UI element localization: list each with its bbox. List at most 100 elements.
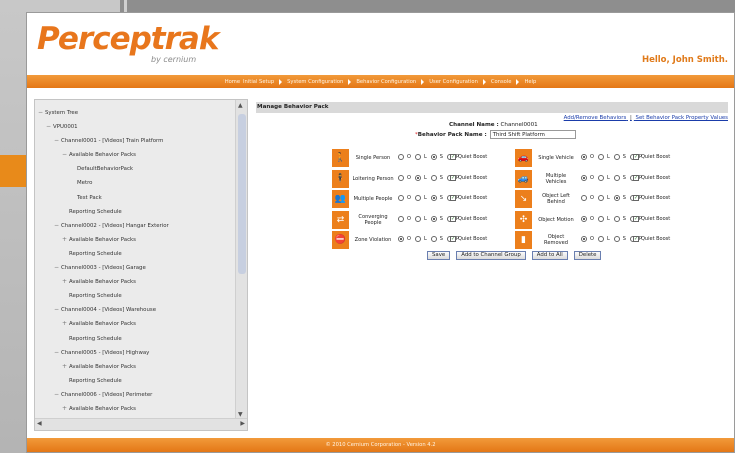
save-button[interactable]: Save [427, 251, 451, 260]
delete-button[interactable]: Delete [573, 251, 602, 260]
radio-l[interactable] [414, 154, 421, 160]
tree-item[interactable]: Reporting Schedule [35, 289, 236, 303]
tree-item[interactable]: + Available Behavior Packs [35, 360, 236, 374]
quiet-boost-checkbox[interactable]: ✓ [450, 236, 456, 243]
tree-item[interactable]: − System Tree [35, 106, 236, 120]
set-property-values-link[interactable]: Set Behavior Pack Property Values [636, 115, 728, 121]
panel-title: Manage Behavior Pack [256, 102, 728, 113]
expand-icon[interactable]: + [62, 317, 69, 331]
nav-item-help[interactable]: Help [524, 79, 536, 85]
collapse-icon[interactable]: − [62, 148, 69, 162]
tree-item[interactable]: + Available Behavior Packs [35, 317, 236, 331]
scroll-down-icon[interactable]: ▼ [238, 411, 243, 418]
collapse-icon[interactable]: − [54, 219, 61, 233]
tree-item[interactable]: + Available Behavior Packs [35, 275, 236, 289]
tree-item[interactable]: − Channel0006 - [Videos] Perimeter [35, 388, 236, 402]
radio-label: L [606, 154, 610, 160]
radio-o[interactable] [398, 195, 404, 202]
quiet-boost-checkbox[interactable]: ✓ [633, 236, 639, 243]
radio-s[interactable] [613, 215, 620, 222]
collapse-icon[interactable]: − [54, 346, 61, 360]
quiet-boost-checkbox[interactable]: ✓ [450, 154, 456, 160]
pack-name-input[interactable]: Third Shift Platform [489, 130, 576, 139]
radio-o[interactable] [581, 154, 587, 160]
vertical-scrollbar[interactable]: ▲ ▼ [235, 100, 247, 420]
nav-item-initial-setup[interactable]: Initial Setup [243, 79, 274, 85]
tree-item[interactable]: − Channel0001 - [Videos] Train Platform [35, 134, 236, 148]
expand-icon[interactable]: + [62, 275, 69, 289]
nav-item-console[interactable]: Console [491, 79, 512, 85]
radio-s[interactable] [613, 174, 620, 181]
collapse-icon[interactable]: − [54, 303, 61, 317]
scroll-up-icon[interactable]: ▲ [238, 102, 243, 109]
radio-s[interactable] [430, 174, 437, 181]
radio-l[interactable] [414, 195, 421, 202]
quiet-boost-checkbox[interactable]: ✓ [633, 215, 639, 222]
tree-item[interactable]: + Available Behavior Packs [35, 233, 236, 247]
nav-item-user-configuration[interactable]: User Configuration [429, 79, 478, 85]
add-to-all-button[interactable]: Add to All [531, 251, 568, 260]
radio-o[interactable] [581, 174, 587, 181]
add-to-channel-group-button[interactable]: Add to Channel Group [456, 251, 526, 260]
tree-item[interactable]: Reporting Schedule [35, 247, 236, 261]
radio-s[interactable] [613, 236, 620, 243]
tree-item[interactable]: Reporting Schedule [35, 332, 236, 346]
collapse-icon[interactable]: − [46, 120, 53, 134]
tree-item[interactable]: Reporting Schedule [35, 205, 236, 219]
tree-item[interactable]: Test Pack [35, 191, 236, 205]
collapse-icon[interactable]: − [54, 261, 61, 275]
expand-icon[interactable]: + [62, 233, 69, 247]
radio-l[interactable] [414, 236, 421, 243]
quiet-boost-checkbox[interactable]: ✓ [450, 195, 456, 202]
quiet-boost-checkbox[interactable]: ✓ [450, 215, 456, 222]
radio-l[interactable] [597, 215, 604, 222]
radio-l[interactable] [597, 195, 604, 202]
radio-s[interactable] [430, 195, 437, 202]
collapse-icon[interactable]: − [54, 134, 61, 148]
radio-l[interactable] [414, 215, 421, 222]
collapse-icon[interactable]: − [54, 388, 61, 402]
radio-s[interactable] [430, 215, 437, 222]
scroll-left-icon[interactable]: ◀ [37, 420, 42, 427]
radio-l[interactable] [597, 174, 604, 181]
zone-violation-icon: ⛔ [332, 231, 349, 250]
radio-o[interactable] [581, 215, 587, 222]
horizontal-scrollbar[interactable]: ◀ ▶ [35, 418, 247, 430]
scroll-thumb[interactable] [238, 114, 246, 274]
nav-item-home[interactable]: Home [225, 79, 240, 85]
radio-o[interactable] [581, 236, 587, 243]
expand-icon[interactable]: + [62, 402, 69, 416]
tree-item[interactable]: Metro [35, 176, 236, 190]
radio-o[interactable] [398, 174, 404, 181]
radio-l[interactable] [597, 154, 604, 160]
collapse-icon[interactable]: − [38, 106, 45, 120]
radio-s[interactable] [430, 154, 437, 160]
tree-item[interactable]: − Channel0003 - [Videos] Garage [35, 261, 236, 275]
radio-o[interactable] [398, 154, 404, 160]
radio-s[interactable] [613, 154, 620, 160]
tree-item[interactable]: + Available Behavior Packs [35, 402, 236, 416]
tree-item[interactable]: − Available Behavior Packs [35, 148, 236, 162]
radio-l[interactable] [597, 236, 604, 243]
radio-o[interactable] [581, 195, 587, 202]
tree-item[interactable]: − Channel0005 - [Videos] Highway [35, 346, 236, 360]
tree-item[interactable]: Reporting Schedule [35, 374, 236, 388]
quiet-boost-checkbox[interactable]: ✓ [633, 174, 639, 181]
quiet-boost-checkbox[interactable]: ✓ [633, 154, 639, 160]
radio-l[interactable] [414, 174, 421, 181]
radio-o[interactable] [398, 236, 404, 243]
radio-s[interactable] [430, 236, 437, 243]
tree-item[interactable]: DefaultBehaviorPack [35, 162, 236, 176]
radio-o[interactable] [398, 215, 404, 222]
tree-item[interactable]: − Channel0002 - [Videos] Hangar Exterior [35, 219, 236, 233]
nav-item-behavior-configuration[interactable]: Behavior Configuration [356, 79, 416, 85]
tree-item[interactable]: − VPU0001 [35, 120, 236, 134]
scroll-right-icon[interactable]: ▶ [240, 420, 245, 427]
tree-item[interactable]: − Channel0004 - [Videos] Warehouse [35, 303, 236, 317]
quiet-boost-checkbox[interactable]: ✓ [633, 195, 639, 202]
quiet-boost-checkbox[interactable]: ✓ [450, 174, 456, 181]
add-remove-behaviors-link[interactable]: Add/Remove Behaviors [564, 115, 627, 121]
expand-icon[interactable]: + [62, 360, 69, 374]
nav-item-system-configuration[interactable]: System Configuration [287, 79, 343, 85]
radio-s[interactable] [613, 195, 620, 202]
